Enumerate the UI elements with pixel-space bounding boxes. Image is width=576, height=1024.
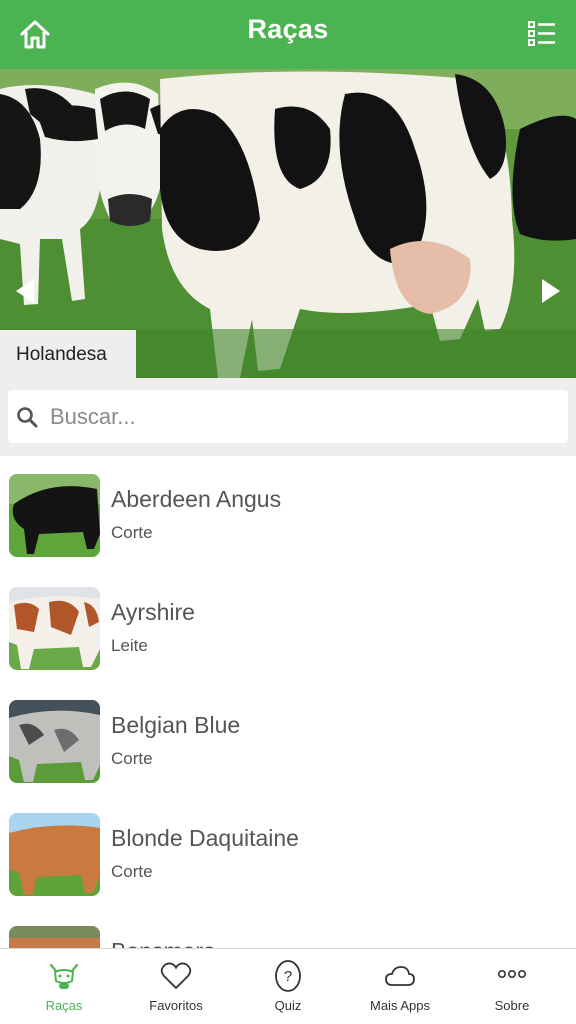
tab-label: Raças bbox=[45, 998, 83, 1013]
search-input[interactable] bbox=[50, 398, 550, 436]
breed-type: Corte bbox=[111, 749, 153, 768]
breed-list: Aberdeen Angus Corte Ayrshire Leite Belg… bbox=[0, 456, 576, 948]
breed-name: Ayrshire bbox=[111, 599, 195, 625]
list-icon[interactable] bbox=[528, 20, 556, 48]
breed-thumbnail bbox=[9, 813, 100, 896]
tab-mais-apps[interactable]: Mais Apps bbox=[344, 949, 456, 1024]
breed-thumbnail bbox=[9, 474, 100, 557]
breed-type: Corte bbox=[111, 523, 153, 542]
tab-label: Mais Apps bbox=[370, 998, 430, 1013]
breed-carousel[interactable]: Holandesa bbox=[0, 69, 576, 378]
cloud-icon bbox=[385, 966, 415, 986]
list-item[interactable]: Bonsmara bbox=[0, 908, 576, 948]
svg-text:?: ? bbox=[284, 968, 292, 985]
breed-name: Aberdeen Angus bbox=[111, 486, 282, 512]
carousel-caption: Holandesa bbox=[0, 330, 136, 378]
tab-quiz[interactable]: ? Quiz bbox=[232, 949, 344, 1024]
list-item[interactable]: Belgian Blue Corte bbox=[0, 682, 576, 783]
breed-type: Leite bbox=[111, 636, 148, 655]
breed-thumbnail bbox=[9, 587, 100, 670]
tab-racas[interactable]: Raças bbox=[8, 949, 120, 1024]
breed-name: Belgian Blue bbox=[111, 712, 241, 738]
chevron-left-icon[interactable] bbox=[14, 277, 36, 305]
tab-favoritos[interactable]: Favoritos bbox=[120, 949, 232, 1024]
bottom-tab-bar: Raças Favoritos ? Quiz Mais Apps Sobre bbox=[0, 948, 576, 1024]
tab-label: Quiz bbox=[274, 998, 302, 1013]
chevron-right-icon[interactable] bbox=[540, 277, 562, 305]
tab-label: Favoritos bbox=[149, 998, 203, 1013]
search-box[interactable] bbox=[8, 390, 568, 443]
page-title: Raças bbox=[247, 14, 329, 44]
heart-icon bbox=[160, 962, 192, 989]
search-icon bbox=[17, 407, 38, 428]
more-icon bbox=[497, 970, 526, 979]
question-icon: ? bbox=[275, 960, 301, 992]
app-header: Raças bbox=[0, 0, 576, 69]
list-item[interactable]: Ayrshire Leite bbox=[0, 569, 576, 670]
breed-thumbnail bbox=[9, 700, 100, 783]
search-bar bbox=[0, 378, 576, 456]
breed-thumbnail bbox=[9, 926, 100, 948]
breed-name: Blonde Daquitaine bbox=[111, 825, 299, 851]
tab-label: Sobre bbox=[494, 998, 530, 1013]
breed-type: Corte bbox=[111, 862, 153, 881]
list-item[interactable]: Blonde Daquitaine Corte bbox=[0, 795, 576, 896]
tab-sobre[interactable]: Sobre bbox=[456, 949, 568, 1024]
cow-icon bbox=[49, 963, 79, 989]
list-item[interactable]: Aberdeen Angus Corte bbox=[0, 456, 576, 557]
breed-name: Bonsmara bbox=[111, 938, 216, 948]
